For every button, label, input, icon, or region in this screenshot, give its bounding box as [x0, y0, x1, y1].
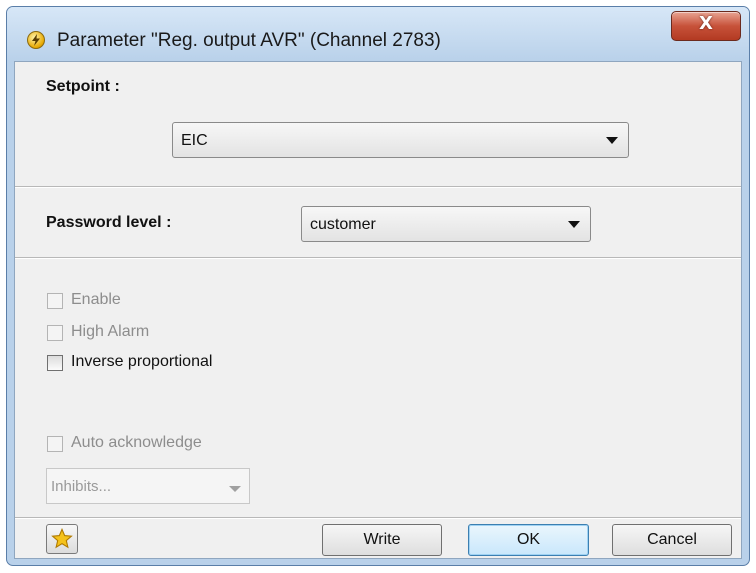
title-bar[interactable]: Parameter "Reg. output AVR" (Channel 278… [7, 7, 749, 61]
inhibits-value: Inhibits... [51, 478, 112, 495]
password-level-dropdown[interactable]: customer [301, 206, 591, 242]
inverse-proportional-checkbox[interactable] [47, 355, 63, 371]
lightning-icon [27, 31, 45, 49]
high-alarm-checkbox [47, 325, 63, 341]
separator [15, 257, 741, 259]
dialog-window: Parameter "Reg. output AVR" (Channel 278… [6, 6, 750, 566]
auto-acknowledge-label: Auto acknowledge [71, 434, 202, 451]
chevron-down-icon [568, 221, 580, 228]
favorite-button[interactable] [46, 524, 78, 554]
cancel-button[interactable]: Cancel [612, 524, 732, 556]
chevron-down-icon [229, 486, 241, 492]
enable-label: Enable [71, 291, 121, 308]
setpoint-dropdown[interactable]: EIC [172, 122, 629, 158]
window-title: Parameter "Reg. output AVR" (Channel 278… [57, 30, 441, 51]
close-button[interactable]: X [671, 11, 741, 41]
inhibits-dropdown: Inhibits... [46, 468, 250, 504]
enable-checkbox [47, 293, 63, 309]
password-level-label: Password level : [46, 214, 172, 231]
setpoint-label: Setpoint : [46, 78, 120, 95]
setpoint-value: EIC [181, 132, 208, 149]
separator [15, 517, 741, 519]
high-alarm-label: High Alarm [71, 323, 150, 340]
ok-button[interactable]: OK [468, 524, 589, 556]
separator [15, 186, 741, 188]
auto-acknowledge-checkbox [47, 436, 63, 452]
star-icon [51, 528, 73, 549]
inverse-proportional-label[interactable]: Inverse proportional [71, 353, 212, 371]
close-icon: X [699, 13, 713, 34]
dialog-body: Setpoint : EIC Password level : customer… [14, 61, 742, 559]
password-level-value: customer [310, 216, 376, 233]
chevron-down-icon [606, 137, 618, 144]
write-button[interactable]: Write [322, 524, 442, 556]
